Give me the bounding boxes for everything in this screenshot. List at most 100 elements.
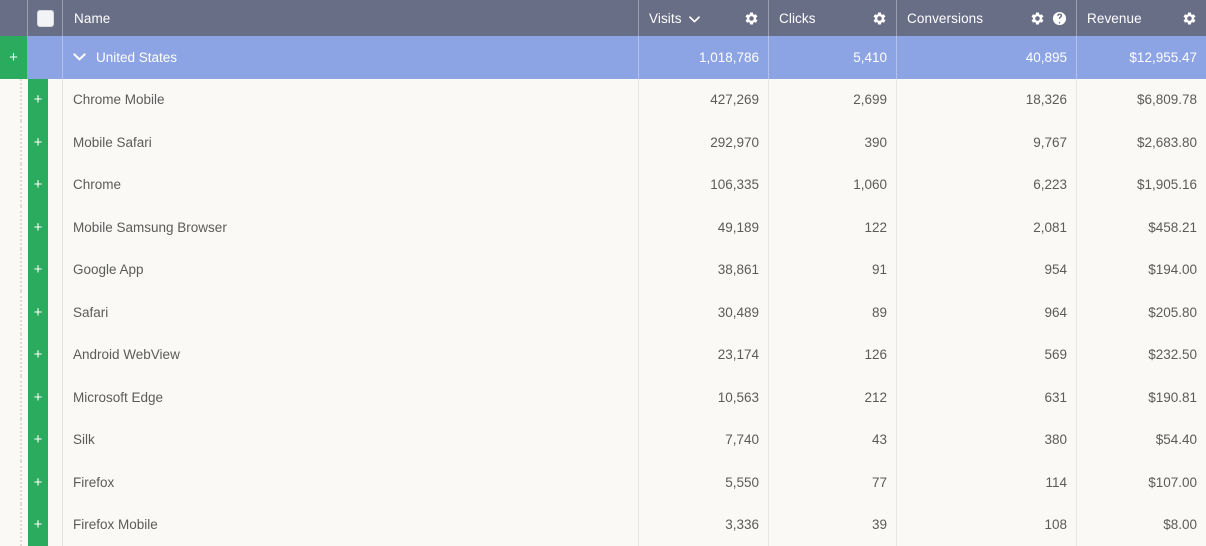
gear-icon[interactable]	[872, 11, 887, 26]
cell-name[interactable]: Google App	[62, 249, 638, 292]
table-row[interactable]: +Microsoft Edge10,563212631$190.81	[0, 376, 1206, 419]
row-name-label: Microsoft Edge	[73, 390, 163, 405]
gear-icon[interactable]	[1182, 11, 1197, 26]
cell-conversions-value: 108	[1044, 517, 1067, 532]
cell-revenue-value: $1,905.16	[1137, 177, 1197, 192]
table-row[interactable]: +United States1,018,7865,41040,895$12,95…	[0, 36, 1206, 79]
cell-revenue: $54.40	[1076, 419, 1206, 462]
cell-clicks-value: 39	[872, 517, 887, 532]
table-row[interactable]: + Silk 7,740 43 380$54.40	[0, 419, 1206, 462]
row-gutter: +	[0, 164, 62, 207]
tree-connector-line	[20, 291, 22, 334]
cell-name[interactable]: Silk	[62, 419, 638, 462]
cell-revenue-value: $205.80	[1148, 305, 1197, 320]
cell-revenue-value: $6,809.78	[1137, 92, 1197, 107]
cell-visits-value: 427,269	[710, 92, 759, 107]
cell-visits: 292,970	[638, 121, 768, 164]
row-gutter: +	[0, 376, 62, 419]
cell-name[interactable]: Mobile Samsung Browser	[62, 206, 638, 249]
table-header-row: Name Visits Clicks Conversions	[0, 0, 1206, 36]
cell-visits-value: 1,018,786	[699, 50, 759, 65]
row-name-label: Safari	[73, 305, 108, 320]
cell-visits: 106,335	[638, 164, 768, 207]
cell-name[interactable]: Firefox Mobile	[62, 504, 638, 546]
table-row[interactable]: +Chrome Mobile427,2692,69918,326$6,809.7…	[0, 79, 1206, 122]
select-all-cell[interactable]	[27, 0, 62, 36]
cell-revenue: $8.00	[1076, 504, 1206, 546]
cell-name[interactable]: Microsoft Edge	[62, 376, 638, 419]
cell-clicks-value: 43	[872, 432, 887, 447]
row-expand-plus-button[interactable]: +	[28, 206, 48, 249]
row-expand-plus-button[interactable]: +	[28, 376, 48, 419]
column-header-clicks[interactable]: Clicks	[768, 0, 896, 36]
row-expand-plus-button[interactable]: +	[28, 334, 48, 377]
help-circle-icon[interactable]	[1052, 11, 1067, 26]
cell-visits: 1,018,786	[638, 36, 768, 79]
row-name-label: Google App	[73, 262, 144, 277]
cell-revenue: $205.80	[1076, 291, 1206, 334]
column-header-name[interactable]: Name	[62, 0, 638, 36]
tree-connector-line	[20, 79, 22, 122]
cell-name[interactable]: Firefox	[62, 461, 638, 504]
cell-clicks: 122	[768, 206, 896, 249]
column-header-conversions[interactable]: Conversions	[896, 0, 1076, 36]
table-row[interactable]: +Mobile Safari292,9703909,767$2,683.80	[0, 121, 1206, 164]
cell-clicks: 89	[768, 291, 896, 334]
gear-icon[interactable]	[1030, 11, 1045, 26]
cell-revenue-value: $232.50	[1148, 347, 1197, 362]
tree-connector-line	[20, 164, 22, 207]
cell-visits: 10,563	[638, 376, 768, 419]
row-expand-plus-button[interactable]: +	[28, 504, 48, 546]
cell-revenue: $2,683.80	[1076, 121, 1206, 164]
table-row[interactable]: +Google App38,86191954$194.00	[0, 249, 1206, 292]
cell-revenue-value: $190.81	[1148, 390, 1197, 405]
cell-conversions: 569	[896, 334, 1076, 377]
tree-connector-line	[20, 376, 22, 419]
table-row[interactable]: +Mobile Samsung Browser49,1891222,081$45…	[0, 206, 1206, 249]
table-row[interactable]: +Safari30,48989964$205.80	[0, 291, 1206, 334]
table-row[interactable]: +Firefox5,55077114$107.00	[0, 461, 1206, 504]
cell-name[interactable]: Mobile Safari	[62, 121, 638, 164]
cell-clicks: 1,060	[768, 164, 896, 207]
row-expand-plus-button[interactable]: +	[28, 164, 48, 207]
table-row[interactable]: +Firefox Mobile3,33639108$8.00	[0, 504, 1206, 546]
cell-visits-value: 10,563	[718, 390, 759, 405]
sort-chevron-down-icon[interactable]	[689, 11, 700, 26]
row-name-label: Silk	[73, 432, 95, 447]
table-row[interactable]: + Chrome106,3351,060 6,223 $1,905.16	[0, 164, 1206, 207]
gear-icon[interactable]	[744, 11, 759, 26]
cell-visits-value: 7,740	[725, 432, 759, 447]
row-expand-plus-button[interactable]: +	[28, 461, 48, 504]
cell-name[interactable]: Safari	[62, 291, 638, 334]
cell-visits-value: 5,550	[725, 475, 759, 490]
row-expand-plus-button[interactable]: +	[28, 291, 48, 334]
cell-name[interactable]: Android WebView	[62, 334, 638, 377]
row-expand-plus-button[interactable]: +	[0, 36, 27, 79]
row-gutter: +	[0, 36, 62, 79]
column-header-revenue[interactable]: Revenue	[1076, 0, 1206, 36]
cell-conversions-value: 40,895	[1026, 50, 1067, 65]
cell-conversions-value: 569	[1044, 347, 1067, 362]
row-collapse-chevron-down-icon[interactable]	[73, 53, 86, 61]
cell-name[interactable]: Chrome Mobile	[62, 79, 638, 122]
cell-name[interactable]: Chrome	[62, 164, 638, 207]
cell-conversions: 40,895	[896, 36, 1076, 79]
row-gutter: +	[0, 419, 62, 462]
cell-conversions: 380	[896, 419, 1076, 462]
row-name-label: Chrome Mobile	[73, 92, 165, 107]
row-expand-plus-button[interactable]: +	[28, 249, 48, 292]
cell-conversions-value: 6,223	[1033, 177, 1067, 192]
row-expand-plus-button[interactable]: +	[28, 121, 48, 164]
cell-conversions-value: 9,767	[1033, 135, 1067, 150]
cell-clicks-value: 91	[872, 262, 887, 277]
row-name-label: Mobile Safari	[73, 135, 152, 150]
cell-visits: 49,189	[638, 206, 768, 249]
cell-clicks-value: 212	[864, 390, 887, 405]
cell-name[interactable]: United States	[62, 36, 638, 79]
select-all-checkbox[interactable]	[37, 10, 54, 27]
column-header-visits[interactable]: Visits	[638, 0, 768, 36]
row-expand-plus-button[interactable]: +	[28, 79, 48, 122]
table-row[interactable]: +Android WebView23,174126569$232.50	[0, 334, 1206, 377]
row-expand-plus-button[interactable]: +	[28, 419, 48, 462]
row-name-label: United States	[96, 50, 177, 65]
